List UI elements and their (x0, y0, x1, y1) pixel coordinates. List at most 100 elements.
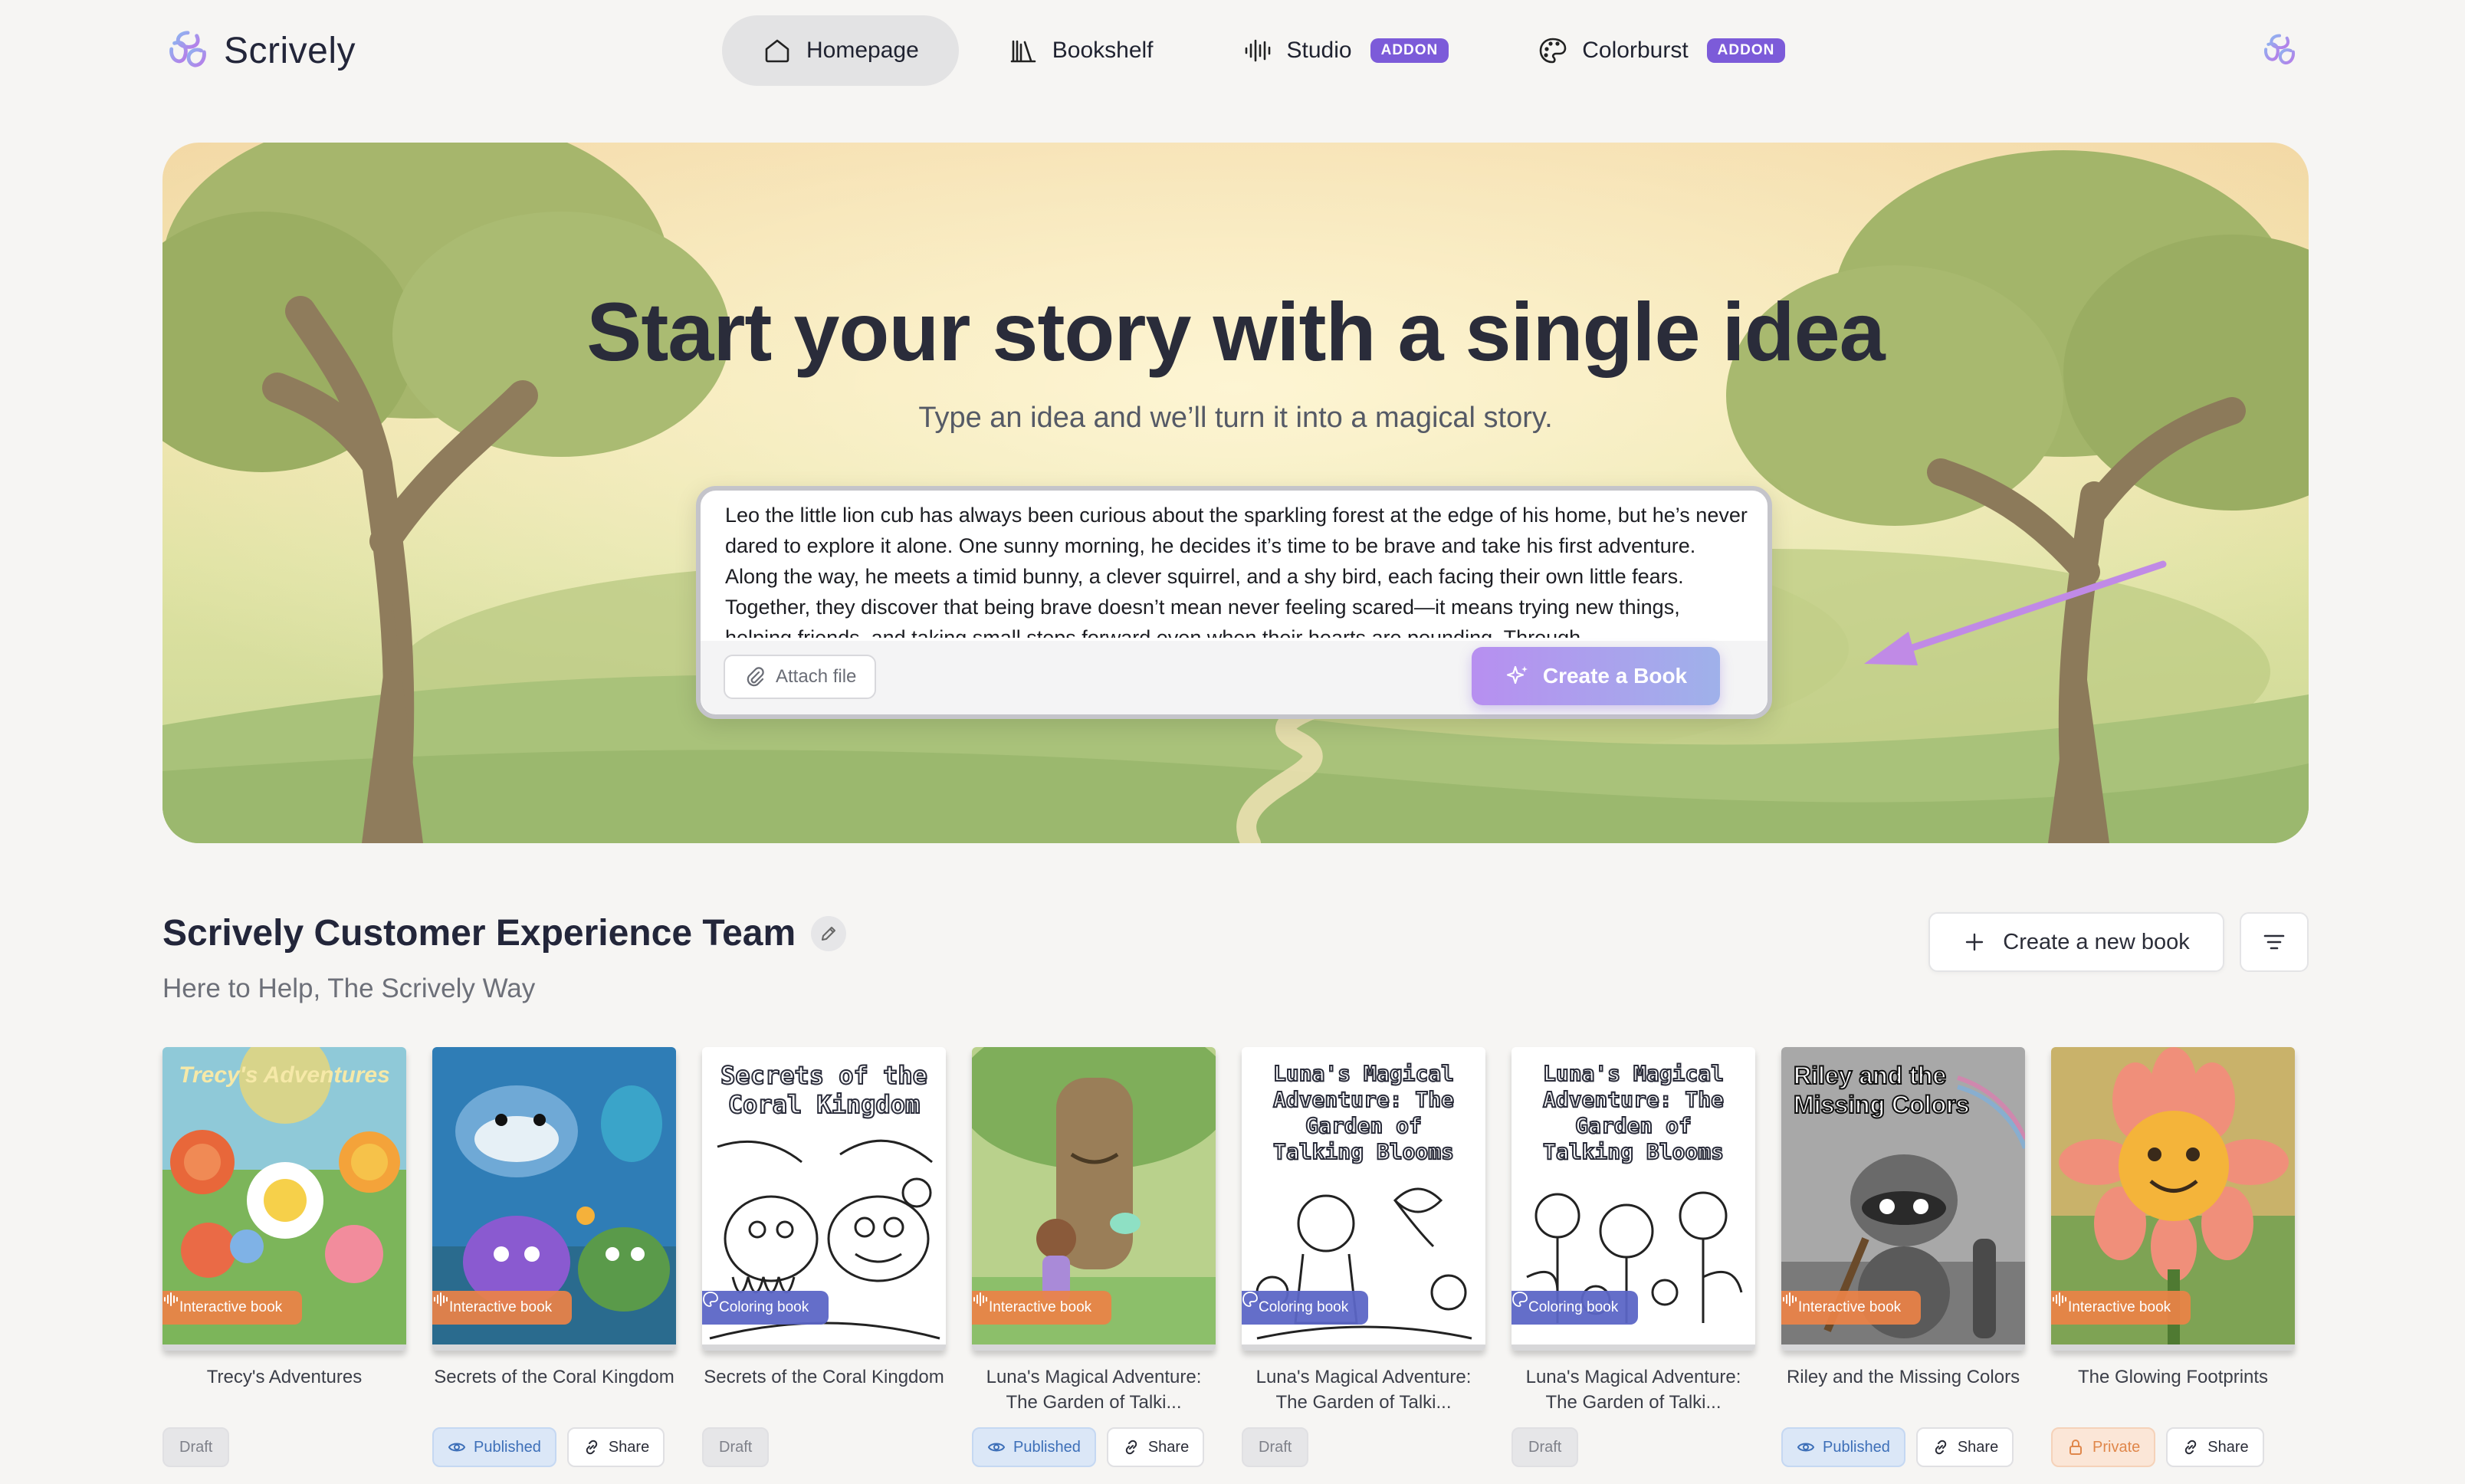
book-card[interactable]: Interactive book The Glowing Footprints … (2051, 1047, 2295, 1484)
main-nav: Homepage Bookshelf Studio ADDON Colorbur… (722, 15, 1825, 86)
share-button[interactable]: Share (1106, 1427, 1205, 1467)
draft-status-badge: Draft (162, 1427, 230, 1467)
eye-icon (987, 1443, 1006, 1452)
paperclip-icon (747, 667, 764, 687)
book-cover[interactable]: Trecy's Adventures Interactive book (162, 1047, 406, 1351)
audio-waveform-icon (164, 1292, 178, 1306)
book-title[interactable]: Luna's Magical Adventure: The Garden of … (1511, 1364, 1755, 1415)
published-status-button[interactable]: Published (1781, 1427, 1905, 1467)
cover-title-text: Luna's Magical Adventure: The Garden of … (1272, 1060, 1455, 1165)
book-cover[interactable]: Interactive book (972, 1047, 1216, 1351)
filter-button[interactable] (2240, 912, 2309, 972)
edit-workspace-button[interactable] (811, 915, 847, 951)
share-label: Share (1147, 1438, 1190, 1456)
book-title[interactable]: The Glowing Footprints (2051, 1364, 2295, 1390)
pointer-arrow-annotation (1864, 560, 2167, 665)
cover-title-text: Trecy's Adventures (179, 1062, 390, 1088)
share-label: Share (1957, 1438, 1999, 1456)
scrively-logo-icon (169, 31, 206, 67)
share-button[interactable]: Share (1915, 1427, 2014, 1467)
hero-subtitle: Type an idea and we’ll turn it into a ma… (918, 402, 1553, 434)
hero-title: Start your story with a single idea (586, 285, 1885, 378)
interactive-book-tag: Interactive book (162, 1291, 303, 1325)
book-actions: Private Share (2051, 1427, 2264, 1470)
status-label: Published (474, 1438, 541, 1456)
published-status-button[interactable]: Published (432, 1427, 556, 1467)
create-book-label: Create a Book (1542, 664, 1688, 688)
book-type-label: Interactive book (179, 1299, 283, 1315)
cover-title-text: Riley and the Missing Colors (1793, 1061, 1970, 1119)
link-icon (1935, 1440, 1947, 1455)
interactive-book-tag: Interactive book (432, 1291, 573, 1325)
book-title[interactable]: Trecy's Adventures (162, 1364, 406, 1390)
book-type-label: Coloring book (1528, 1299, 1619, 1315)
link-icon (586, 1440, 598, 1455)
nav-homepage[interactable]: Homepage (722, 15, 959, 86)
book-cover[interactable]: Interactive book (432, 1047, 676, 1351)
hero-banner: Start your story with a single idea Type… (162, 143, 2309, 843)
book-actions: Published Share (1781, 1427, 2014, 1470)
workspace-subtitle: Here to Help, The Scrively Way (162, 973, 536, 1003)
cover-title-text: Luna's Magical Adventure: The Garden of … (1542, 1060, 1725, 1165)
studio-addon-badge: ADDON (1370, 38, 1449, 63)
book-title[interactable]: Secrets of the Coral Kingdom (702, 1364, 946, 1390)
book-card[interactable]: Luna's Magical Adventure: The Garden of … (1511, 1047, 1755, 1484)
book-card[interactable]: Secrets of the Coral Kingdom Coloring bo… (702, 1047, 946, 1484)
eye-icon (448, 1443, 466, 1452)
bookshelf-icon (1010, 40, 1036, 63)
book-card[interactable]: Trecy's Adventures Interactive book Trec… (162, 1047, 406, 1484)
pencil-icon (822, 926, 836, 941)
book-actions: Published Share (432, 1427, 665, 1470)
user-menu-logo-icon[interactable] (2260, 31, 2299, 71)
nav-colorburst-label: Colorburst (1582, 38, 1689, 63)
book-title[interactable]: Luna's Magical Adventure: The Garden of … (972, 1364, 1216, 1415)
nav-studio[interactable]: Studio ADDON (1203, 15, 1489, 86)
create-book-button[interactable]: Create a Book (1472, 647, 1720, 705)
book-cover[interactable]: Interactive book (2051, 1047, 2295, 1351)
book-card[interactable]: Interactive book Luna's Magical Adventur… (972, 1047, 1216, 1484)
nav-bookshelf-label: Bookshelf (1052, 38, 1154, 63)
status-label: Published (1823, 1438, 1890, 1456)
book-actions: Draft (1242, 1427, 1309, 1470)
draft-status-badge: Draft (702, 1427, 770, 1467)
palette-icon (1512, 1292, 1528, 1307)
nav-colorburst[interactable]: Colorburst ADDON (1498, 15, 1825, 86)
share-button[interactable]: Share (2166, 1427, 2264, 1467)
brand-logo-link[interactable]: Scrively (164, 26, 356, 75)
nav-bookshelf[interactable]: Bookshelf (968, 15, 1193, 86)
status-label: Published (1013, 1438, 1081, 1456)
book-card[interactable]: Riley and the Missing Colors Interactive… (1781, 1047, 2025, 1484)
status-label: Private (2092, 1438, 2141, 1456)
book-actions: Draft (1511, 1427, 1579, 1470)
home-icon (765, 39, 789, 63)
book-cover[interactable]: Riley and the Missing Colors Interactive… (1781, 1047, 2025, 1351)
palette-icon (703, 1292, 718, 1307)
book-cover[interactable]: Luna's Magical Adventure: The Garden of … (1511, 1047, 1755, 1351)
book-type-label: Coloring book (719, 1299, 809, 1315)
published-status-button[interactable]: Published (972, 1427, 1096, 1467)
link-icon (2185, 1440, 2197, 1455)
book-title[interactable]: Riley and the Missing Colors (1781, 1364, 2025, 1390)
book-cover[interactable]: Luna's Magical Adventure: The Garden of … (1242, 1047, 1485, 1351)
attach-file-button[interactable]: Attach file (724, 655, 877, 699)
audio-waveform-icon (1245, 39, 1270, 62)
brand-name: Scrively (224, 30, 356, 71)
story-prompt-card: Leo the little lion cub has always been … (696, 486, 1772, 719)
interactive-book-tag: Interactive book (972, 1291, 1112, 1325)
book-actions: Draft (702, 1427, 770, 1470)
book-card[interactable]: Interactive book Secrets of the Coral Ki… (432, 1047, 676, 1484)
book-title[interactable]: Luna's Magical Adventure: The Garden of … (1242, 1364, 1485, 1415)
workspace-title: Scrively Customer Experience Team (162, 912, 847, 954)
story-idea-textarea[interactable]: Leo the little lion cub has always been … (725, 500, 1752, 638)
coloring-book-tag: Coloring book (702, 1291, 829, 1325)
book-title[interactable]: Secrets of the Coral Kingdom (432, 1364, 676, 1390)
share-button[interactable]: Share (566, 1427, 665, 1467)
top-navigation-bar: Scrively Homepage Bookshelf Studio ADDON… (0, 0, 2465, 101)
audio-waveform-icon (973, 1292, 987, 1306)
create-new-book-button[interactable]: Create a new book (1928, 912, 2224, 972)
book-cover[interactable]: Secrets of the Coral Kingdom Coloring bo… (702, 1047, 946, 1351)
private-status-button[interactable]: Private (2051, 1427, 2156, 1467)
book-card[interactable]: Luna's Magical Adventure: The Garden of … (1242, 1047, 1485, 1484)
draft-status-badge: Draft (1511, 1427, 1579, 1467)
create-new-book-label: Create a new book (2003, 929, 2190, 954)
